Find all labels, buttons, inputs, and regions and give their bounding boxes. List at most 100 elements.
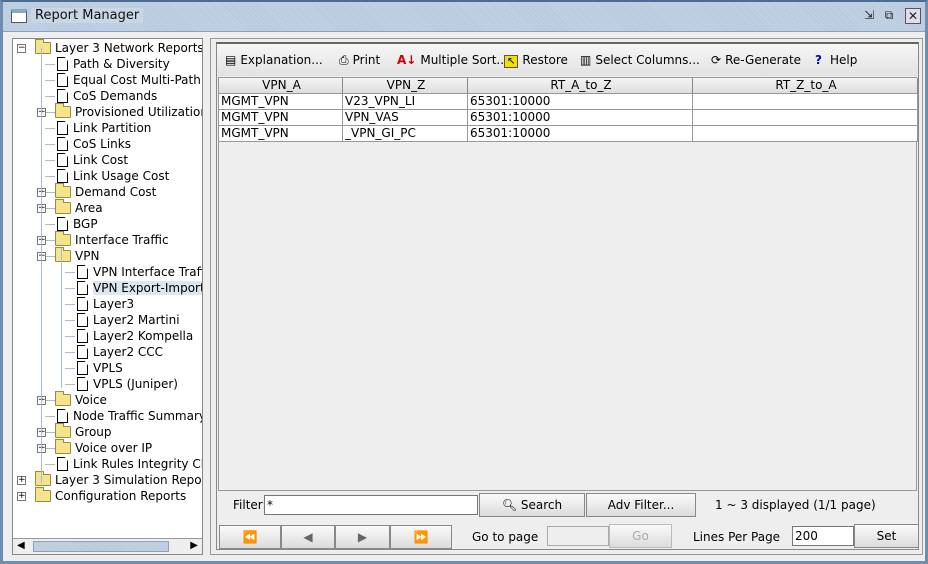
column-header[interactable]: RT_A_to_Z: [468, 78, 693, 94]
tree-connector: [45, 144, 55, 145]
document-icon: [57, 57, 68, 71]
tree-node-label: CoS Demands: [73, 89, 158, 103]
select-columns-button[interactable]: ▥ Select Columns...: [580, 53, 700, 67]
filter-input[interactable]: *: [264, 495, 478, 515]
toolbar: ▤ Explanation... ⎙ Print A↓ Multiple Sort..…: [217, 44, 918, 76]
expand-icon[interactable]: +: [17, 492, 26, 501]
restore-folder-icon: ↖: [504, 55, 519, 68]
tree-node[interactable]: Link Usage Cost: [55, 168, 169, 184]
tree-node-label: Configuration Reports: [55, 489, 187, 503]
tree-node[interactable]: Layer3: [75, 296, 134, 312]
table-cell[interactable]: MGMT_VPN: [219, 126, 343, 142]
scroll-left-icon[interactable]: ◀: [17, 540, 25, 551]
tree-connector: [45, 80, 55, 81]
minimize-icon[interactable]: ⇲: [861, 8, 877, 24]
tree-node[interactable]: Voice: [55, 391, 107, 408]
tree-node[interactable]: Link Partition: [55, 120, 151, 136]
tree-horizontal-scrollbar[interactable]: ◀ ▶: [13, 538, 202, 554]
table-cell[interactable]: VPN_VAS: [343, 110, 468, 126]
help-icon: ?: [815, 53, 822, 67]
help-button[interactable]: ? Help: [815, 53, 857, 67]
folder-icon: [55, 247, 71, 262]
tree-connector: [45, 432, 55, 433]
refresh-icon: ⟳: [711, 53, 722, 67]
tree-connector: [45, 256, 55, 257]
explanation-label: Explanation...: [240, 53, 323, 67]
table-cell[interactable]: _VPN_GI_PC: [343, 126, 468, 142]
tree-node[interactable]: Node Traffic Summary: [55, 408, 202, 424]
tree-connector: [45, 192, 55, 193]
tree-node[interactable]: VPN Export-Import: [75, 280, 202, 296]
table-cell[interactable]: V23_VPN_LI: [343, 94, 468, 110]
tree-node-label: Layer 3 Simulation Reports: [55, 473, 202, 487]
tree-node[interactable]: Layer2 Kompella: [75, 328, 193, 344]
tree-connector: [45, 160, 55, 161]
document-icon: [57, 457, 68, 471]
column-header[interactable]: VPN_Z: [343, 78, 468, 94]
document-icon: ▤: [225, 53, 237, 67]
table-cell[interactable]: [693, 94, 918, 110]
multiple-sort-button[interactable]: A↓ Multiple Sort...: [397, 53, 508, 67]
tree-node[interactable]: Layer 3 Network Reports: [35, 39, 202, 56]
table-cell[interactable]: 65301:10000: [468, 94, 693, 110]
first-page-button[interactable]: ⏪: [219, 525, 281, 549]
restore-button[interactable]: ↖ Restore: [504, 53, 568, 68]
tree-node[interactable]: Configuration Reports: [35, 487, 187, 504]
title-bar[interactable]: Report Manager ⇲ ⧉ ✕: [3, 2, 925, 32]
search-button[interactable]: 🔍︎ Search: [479, 493, 585, 517]
table-cell[interactable]: [693, 110, 918, 126]
document-icon: [57, 409, 68, 423]
tree-node[interactable]: Group: [55, 423, 112, 440]
document-icon: [57, 137, 68, 151]
restore-label: Restore: [522, 53, 568, 67]
prev-page-button[interactable]: ◀: [281, 525, 335, 549]
tree-node[interactable]: Equal Cost Multi-Path: [55, 72, 201, 88]
tree-node[interactable]: Layer2 CCC: [75, 344, 163, 360]
tree-node[interactable]: Layer2 Martini: [75, 312, 180, 328]
table-cell[interactable]: MGMT_VPN: [219, 94, 343, 110]
tree-node[interactable]: VPN Interface Traffic: [75, 264, 202, 280]
folder-icon: [55, 183, 71, 198]
last-page-button[interactable]: ⏩: [390, 525, 452, 549]
collapse-icon[interactable]: −: [17, 44, 26, 53]
adv-filter-button[interactable]: Adv Filter...: [586, 493, 696, 517]
tree-node[interactable]: Layer 3 Simulation Reports: [35, 471, 202, 488]
tree-connector: [65, 320, 75, 321]
table-cell[interactable]: [693, 126, 918, 142]
scroll-right-icon[interactable]: ▶: [190, 540, 198, 551]
tree-node[interactable]: VPLS (Juniper): [75, 376, 178, 392]
scroll-thumb[interactable]: [33, 541, 169, 552]
set-button[interactable]: Set: [854, 524, 919, 548]
table-cell[interactable]: 65301:10000: [468, 110, 693, 126]
close-icon[interactable]: ✕: [905, 8, 921, 24]
column-header[interactable]: VPN_A: [219, 78, 343, 94]
goto-page-input[interactable]: [547, 526, 609, 546]
table-cell[interactable]: 65301:10000: [468, 126, 693, 142]
print-button[interactable]: ⎙ Print: [339, 53, 380, 68]
tree-connector: [45, 128, 55, 129]
tree-node[interactable]: Provisioned Utilization: [55, 103, 202, 120]
tree-node[interactable]: Voice over IP: [55, 439, 152, 456]
expand-icon[interactable]: +: [17, 476, 26, 485]
tree-node[interactable]: Path & Diversity: [55, 56, 170, 72]
tree-node[interactable]: Interface Traffic: [55, 231, 169, 248]
tree-node[interactable]: Demand Cost: [55, 183, 156, 200]
next-page-button[interactable]: ▶: [335, 525, 390, 549]
tree-node[interactable]: VPLS: [75, 360, 123, 376]
maximize-icon[interactable]: ⧉: [881, 8, 897, 24]
tree-node[interactable]: CoS Links: [55, 136, 131, 152]
column-header[interactable]: RT_Z_to_A: [693, 78, 918, 94]
explanation-button[interactable]: ▤ Explanation...: [225, 53, 323, 67]
lines-per-page-input[interactable]: 200: [792, 526, 854, 546]
table-cell[interactable]: MGMT_VPN: [219, 110, 343, 126]
tree-node[interactable]: Link Rules Integrity Check: [55, 456, 202, 472]
tree-node-label: Layer2 CCC: [93, 345, 164, 359]
go-button[interactable]: Go: [609, 524, 672, 548]
tree-node[interactable]: Link Cost: [55, 152, 128, 168]
tree-node[interactable]: CoS Demands: [55, 88, 157, 104]
tree-node[interactable]: Area: [55, 199, 103, 216]
tree-connector: [65, 288, 75, 289]
tree-node[interactable]: BGP: [55, 216, 98, 232]
tree-connector: [65, 272, 75, 273]
regenerate-button[interactable]: ⟳ Re-Generate: [711, 53, 801, 67]
